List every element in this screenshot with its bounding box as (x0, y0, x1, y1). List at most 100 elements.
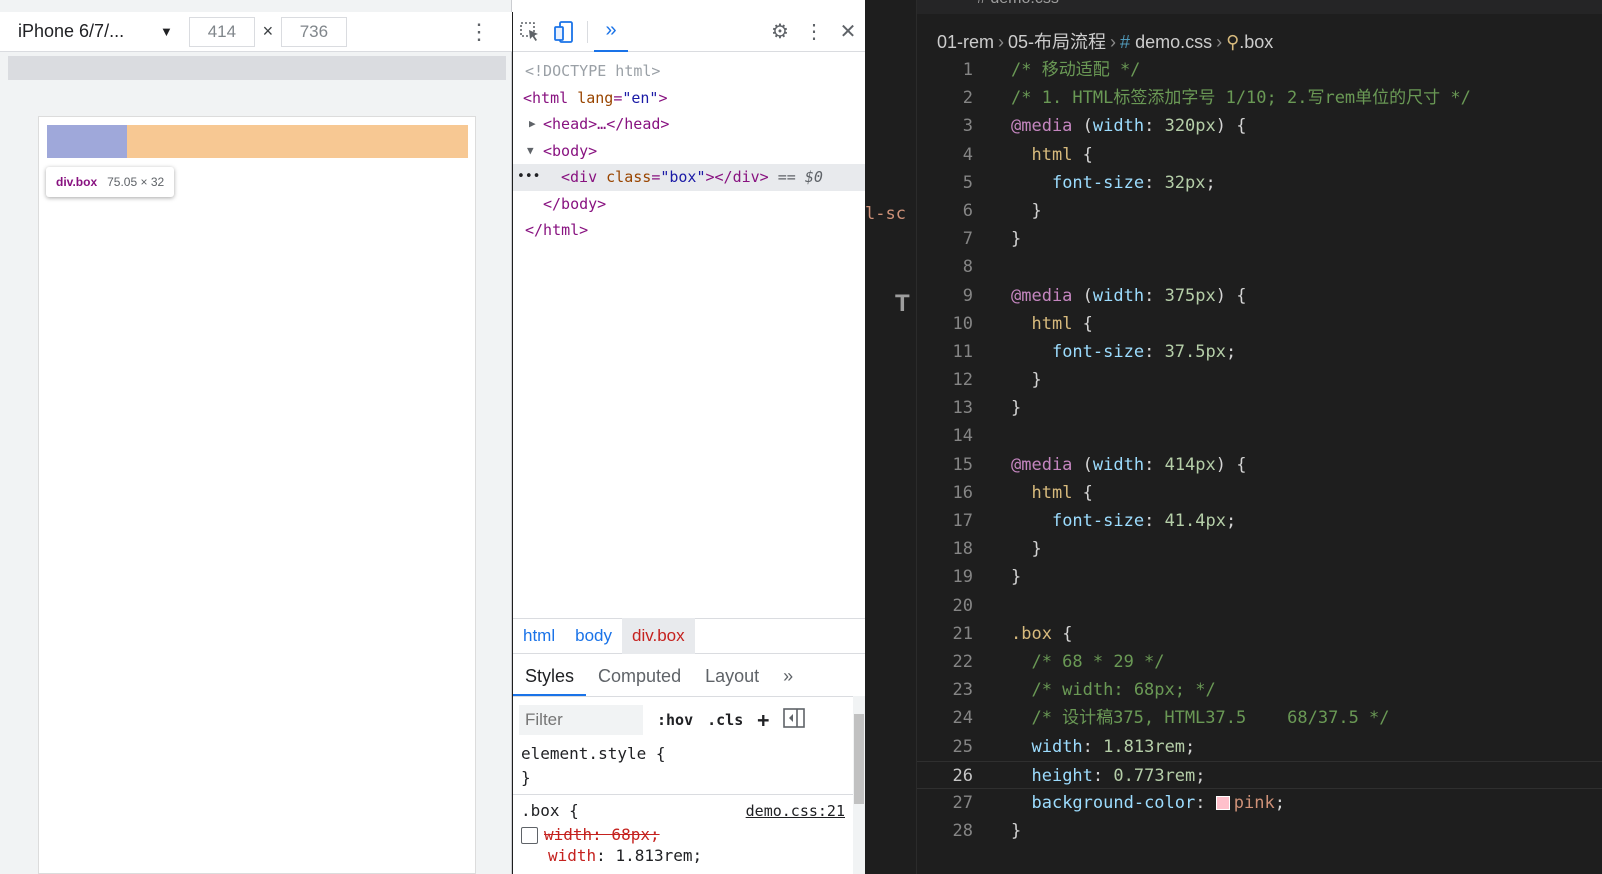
new-rule-button[interactable]: + (757, 708, 769, 732)
crumb-body[interactable]: body (565, 618, 622, 654)
code-text: } (1011, 200, 1042, 221)
code-line[interactable]: 16 html { (917, 479, 1602, 507)
dom-node-head[interactable]: ▶ <head>…</head> (513, 111, 865, 138)
tab-demo-css[interactable]: # demo.css (977, 0, 1059, 8)
close-icon[interactable]: ✕ (831, 12, 865, 52)
struck-property-text: width: 68px; (544, 825, 660, 844)
code-line[interactable]: 20 (917, 592, 1602, 620)
dom-node-html[interactable]: <html lang="en"> (513, 85, 865, 112)
code-line[interactable]: 26 height: 0.773rem; (917, 760, 1602, 789)
active-property[interactable]: width: 1.813rem; (521, 847, 845, 865)
crumb-html[interactable]: html (513, 618, 565, 654)
breadcrumb-folder-root[interactable]: 01-rem (937, 32, 994, 52)
cls-button[interactable]: .cls (707, 711, 743, 729)
code-line[interactable]: 11 font-size: 37.5px; (917, 338, 1602, 366)
tab-computed[interactable]: Computed (586, 666, 693, 696)
line-number: 5 (962, 172, 973, 193)
height-input[interactable]: 736 (280, 16, 347, 47)
code-line[interactable]: 6 } (917, 197, 1602, 225)
code-text: } (1011, 370, 1042, 391)
code-line[interactable]: 15 @media (width: 414px) { (917, 451, 1602, 479)
div-tag: <div (561, 168, 598, 186)
code-line[interactable]: 19} (917, 563, 1602, 591)
line-number: 10 (952, 313, 973, 334)
toggle-sidebar-icon[interactable] (783, 708, 806, 732)
hov-button[interactable]: :hov (657, 711, 693, 729)
gear-icon[interactable]: ⚙ (763, 12, 797, 52)
code-text: } (1011, 821, 1022, 842)
element-style-rule[interactable]: element.style { } (513, 738, 853, 795)
code-line[interactable]: 18 } (917, 535, 1602, 563)
dom-node-doctype[interactable]: <!DOCTYPE html> (513, 58, 865, 85)
property-checkbox[interactable] (521, 827, 538, 844)
code-line[interactable]: 5 font-size: 32px; (917, 169, 1602, 197)
tooltip-selector: div.box (56, 175, 98, 189)
code-line[interactable]: 25 width: 1.813rem; (917, 733, 1602, 761)
collapse-triangle-icon[interactable]: ▼ (527, 138, 534, 165)
kebab-menu-icon[interactable]: ⋮ (797, 12, 831, 52)
box-rule: .box { demo.css:21 width: 68px; width: 1… (513, 795, 853, 869)
code-line[interactable]: 8 (917, 253, 1602, 281)
dom-node-body[interactable]: ▼ <body> (513, 138, 865, 165)
code-line[interactable]: 13} (917, 394, 1602, 422)
dom-node-body-close[interactable]: </body> (513, 191, 865, 218)
code-text: html { (1031, 482, 1093, 503)
node-actions-icon[interactable]: ••• (517, 164, 540, 191)
chevron-down-icon[interactable]: ▼ (160, 24, 173, 39)
element-highlight-overlay (47, 125, 127, 158)
expand-triangle-icon[interactable]: ▶ (529, 111, 536, 138)
code-line[interactable]: 24 /* 设计稿375, HTML37.5 68/37.5 */ (917, 704, 1602, 732)
code-line[interactable]: 7} (917, 225, 1602, 253)
toolbar-divider (587, 20, 588, 43)
inspect-element-icon[interactable] (513, 12, 547, 52)
html-attr: lang (577, 88, 614, 107)
code-line[interactable]: 4 html { (917, 141, 1602, 169)
editor-left-split: l-sc T (865, 0, 917, 874)
code-line[interactable]: 3 @media (width: 320px) { (917, 112, 1602, 140)
dom-node-div-box[interactable]: ••• <div class="box"></div> == $0 (513, 164, 865, 191)
code-text: html { (1031, 313, 1093, 334)
code-line[interactable]: 14 (917, 422, 1602, 450)
code-line[interactable]: 21 .box { (917, 620, 1602, 648)
code-line[interactable]: 9 @media (width: 375px) { (917, 282, 1602, 310)
line-number: 1 (962, 60, 973, 80)
line-number: 23 (952, 680, 973, 701)
code-text: height: 0.773rem; (1031, 765, 1206, 786)
dimension-separator: × (262, 21, 274, 41)
more-panels-button[interactable]: » (594, 12, 628, 52)
tab-layout[interactable]: Layout (693, 666, 771, 696)
code-line[interactable]: 22 /* 68 * 29 */ (917, 648, 1602, 676)
text-cursor-icon: T (895, 290, 910, 317)
breadcrumb-file[interactable]: demo.css (1135, 32, 1212, 52)
css-file-icon: # (1120, 32, 1131, 52)
breadcrumb-folder[interactable]: 05-布局流程 (1008, 32, 1106, 52)
more-tabs-button[interactable]: » (771, 666, 805, 696)
code-line[interactable]: 23 /* width: 68px; */ (917, 676, 1602, 704)
rule-close-brace: } (521, 768, 531, 787)
code-area[interactable]: 1 /* 移动适配 */ 2 /* 1. HTML标签添加字号 1/10; 2.写re… (917, 56, 1602, 845)
width-input[interactable]: 414 (188, 16, 255, 47)
device-select[interactable]: iPhone 6/7/... (18, 21, 160, 42)
code-line[interactable]: 2 /* 1. HTML标签添加字号 1/10; 2.写rem单位的尺寸 */ (917, 84, 1602, 112)
code-line[interactable]: 28} (917, 817, 1602, 845)
styles-scrollbar-thumb[interactable] (854, 714, 864, 804)
code-line[interactable]: 17 font-size: 41.4px; (917, 507, 1602, 535)
code-line[interactable]: 27 background-color: pink; (917, 789, 1602, 817)
device-toggle-icon[interactable] (547, 12, 581, 52)
struck-property[interactable]: width: 68px; (521, 823, 845, 847)
code-line[interactable]: 10 html { (917, 310, 1602, 338)
editor-breadcrumb: 01-rem › 05-布局流程 › # demo.css › ⚲.box (937, 32, 1274, 52)
tab-styles[interactable]: Styles (513, 666, 587, 696)
crumb-div-box[interactable]: div.box (622, 618, 695, 654)
breadcrumb-symbol[interactable]: .box (1239, 32, 1273, 52)
code-line[interactable]: 12 } (917, 366, 1602, 394)
code-line[interactable]: 1 /* 移动适配 */ (917, 56, 1602, 84)
filter-input[interactable] (519, 705, 643, 735)
source-link[interactable]: demo.css:21 (746, 799, 845, 823)
dom-node-html-close[interactable]: </html> (513, 217, 865, 244)
code-text: @media (width: 414px) { (1011, 454, 1247, 475)
devtools-panel: » ⚙ ⋮ ✕ <!DOCTYPE html> <html lang="en">… (513, 12, 865, 874)
console-ref: == $0 (777, 168, 823, 186)
line-number: 14 (952, 426, 973, 447)
more-options-icon[interactable]: ⋮ (468, 19, 490, 45)
